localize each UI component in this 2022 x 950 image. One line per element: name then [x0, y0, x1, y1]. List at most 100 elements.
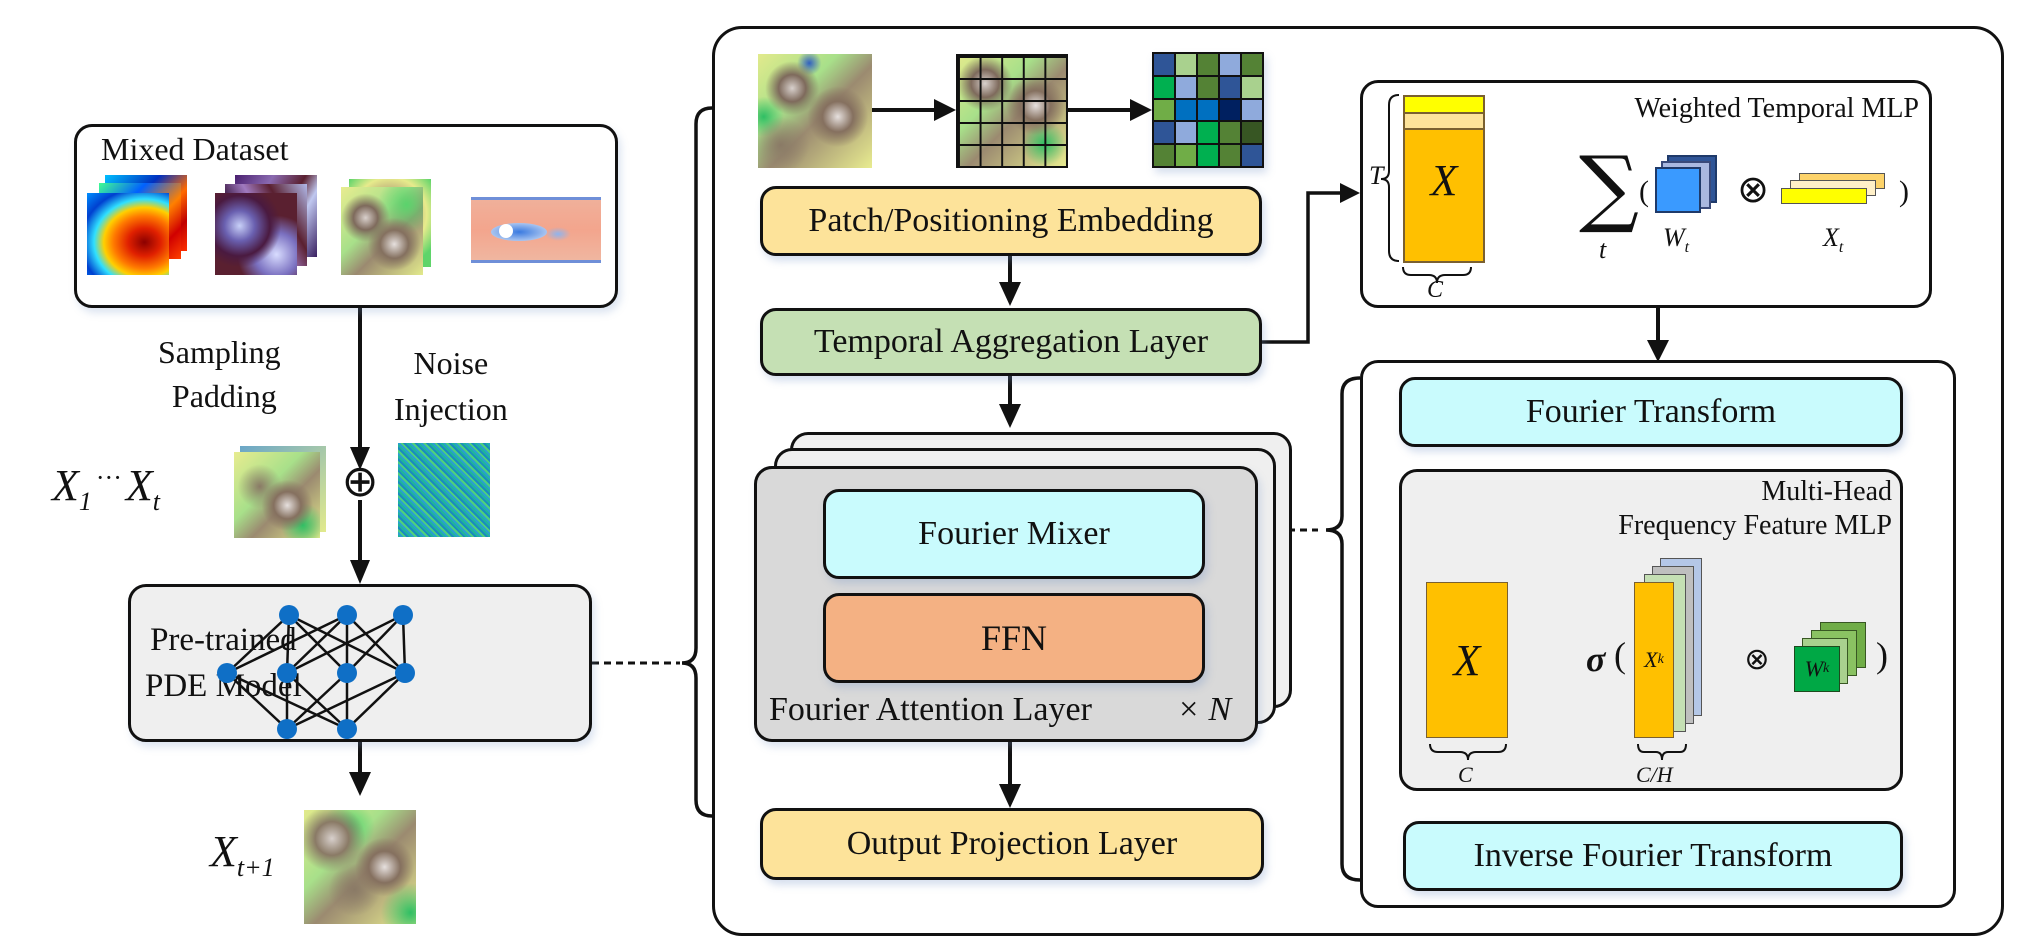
wt-label: Wt: [1663, 223, 1689, 257]
noise-label-line1: Noise: [413, 345, 489, 381]
embedding-cell: [1176, 145, 1196, 166]
embedding-cell: [1198, 54, 1218, 75]
fourier-attention-layer-label: Fourier Attention Layer: [769, 691, 1092, 728]
embedding-cell: [1176, 122, 1196, 144]
mh-c-brace: [1429, 743, 1507, 761]
mh-c-label: C: [1458, 762, 1473, 787]
dataset-sample-terrain: [341, 179, 435, 279]
output-projection-layer-box: Output Projection Layer: [760, 808, 1264, 880]
sigma-symbol: σ: [1586, 639, 1606, 679]
patched-field-grid: [956, 54, 1068, 168]
input-field-thumbnail: [234, 446, 326, 538]
nn-node: [277, 663, 297, 683]
nn-node: [337, 605, 357, 625]
otimes-temporal: ⊗: [1737, 167, 1769, 211]
inverse-fourier-transform-box: Inverse Fourier Transform: [1403, 821, 1903, 891]
output-subscript: t+1: [236, 852, 275, 882]
embedding-cell: [1242, 145, 1262, 166]
nn-node: [279, 605, 299, 625]
embedding-cell: [1198, 145, 1218, 166]
embedding-cell: [1220, 122, 1240, 144]
embedding-cell: [1154, 145, 1174, 166]
wk-tensor: Wk: [1794, 646, 1840, 692]
xt-label: Xt: [1823, 223, 1843, 257]
nn-node: [393, 605, 413, 625]
embedding-cell: [1242, 54, 1262, 75]
embedding-cell: [1220, 76, 1240, 98]
padding-label-line2: Padding: [171, 378, 277, 414]
t-brace: [1380, 94, 1400, 262]
embedding-cell: [1220, 99, 1240, 121]
embedding-cell: [1242, 99, 1262, 121]
fourier-mixer-box: Fourier Mixer: [823, 489, 1205, 579]
patch-positioning-embedding-box: Patch/Positioning Embedding: [760, 186, 1262, 256]
fourier-transform-box: Fourier Transform: [1399, 377, 1903, 447]
weight-stack-icon: [1655, 155, 1719, 217]
dataset-sample-turbulence: [215, 175, 319, 277]
mixed-dataset-box: Mixed Dataset: [74, 124, 618, 308]
close-paren-mh: ): [1876, 635, 1888, 675]
xt-mlp-symbol: X: [1823, 223, 1839, 252]
nn-node: [395, 663, 415, 683]
embedding-cell: [1154, 122, 1174, 144]
x1-subscript: 1: [78, 486, 92, 516]
nn-edge: [226, 672, 288, 730]
embedding-cell: [1198, 76, 1218, 98]
noise-field-thumbnail: [398, 443, 490, 537]
wk-weight-stack: Wk: [1794, 622, 1870, 698]
sampling-label: Sampling Padding: [158, 330, 281, 418]
ellipsis-symbol: ···: [95, 463, 122, 492]
close-paren-temporal: ): [1899, 175, 1909, 208]
ffn-box: FFN: [823, 593, 1205, 683]
sum-symbol: ∑: [1579, 138, 1639, 236]
repeat-n-label: × N: [1177, 691, 1232, 728]
mh-ch-brace: [1637, 743, 1687, 761]
dataset-sample-cylinder-flow: [471, 197, 601, 263]
arrowhead-output: [349, 772, 371, 796]
x-tensor: X: [1403, 95, 1485, 263]
output-x-symbol: X: [210, 827, 237, 876]
multi-head-frequency-mlp-box: Multi-Head Frequency Feature MLP X C σ (…: [1399, 469, 1903, 791]
sampling-label-line1: Sampling: [158, 334, 281, 370]
arrowhead-model-top: [350, 560, 370, 584]
wt-subscript: t: [1684, 239, 1690, 257]
fourier-attention-layer-box: Fourier Mixer FFN Fourier Attention Laye…: [754, 466, 1258, 742]
injection-label-line2: Injection: [394, 391, 508, 427]
x1-symbol: X: [52, 461, 79, 510]
main-brace: [681, 106, 713, 818]
nn-edge: [226, 614, 290, 674]
embedding-cell: [1220, 145, 1240, 166]
input-sequence-label: X1···Xt: [52, 460, 160, 517]
output-label: Xt+1: [210, 826, 275, 883]
mixed-dataset-title: Mixed Dataset: [101, 131, 289, 167]
wt-symbol: W: [1663, 223, 1685, 252]
temporal-aggregation-layer-box: Temporal Aggregation Layer: [760, 308, 1262, 376]
wk-subscript: k: [1823, 661, 1830, 676]
xt-stack-icon: [1781, 173, 1887, 209]
noise-injection-label: Noise Injection: [394, 340, 508, 432]
embedding-cell: [1242, 76, 1262, 98]
embedding-cell: [1198, 122, 1218, 144]
c-dimension-label: C: [1427, 277, 1444, 303]
xk-subscript: k: [1657, 652, 1664, 667]
embedding-cell: [1198, 99, 1218, 121]
weighted-temporal-mlp-box: Weighted Temporal MLP T X C ∑ t ( Wt ⊗ X…: [1360, 80, 1932, 308]
ch-label: C/H: [1636, 762, 1673, 787]
pretrained-pde-model-box: Pre-trained PDE Model: [128, 584, 592, 742]
open-paren-mh: (: [1614, 635, 1626, 675]
output-field-thumbnail: [304, 810, 416, 924]
xk-tensor: Xk: [1634, 582, 1674, 738]
sum-subscript: t: [1599, 235, 1607, 264]
dataset-sample-vorticity: [87, 175, 191, 277]
nn-node: [277, 719, 297, 739]
xt-mlp-subscript: t: [1838, 239, 1844, 257]
nn-node: [337, 663, 357, 683]
xk-symbol: X: [1644, 647, 1658, 672]
embedding-cell: [1176, 99, 1196, 121]
add-operator-icon: ⊕: [341, 456, 379, 507]
embedding-cell: [1154, 54, 1174, 75]
open-paren-temporal: (: [1639, 175, 1649, 208]
wk-symbol: W: [1804, 656, 1824, 681]
embedding-cell: [1176, 76, 1196, 98]
embedding-cell: [1220, 54, 1240, 75]
